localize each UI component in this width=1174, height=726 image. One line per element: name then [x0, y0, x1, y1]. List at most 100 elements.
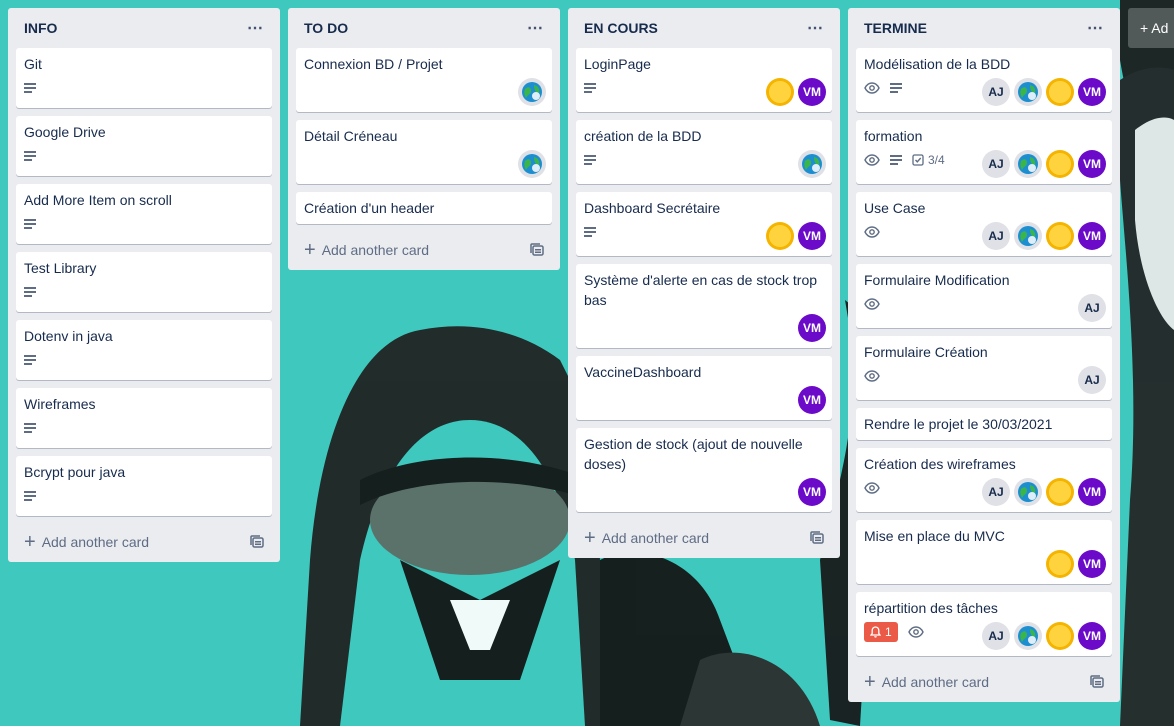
- card-loginpage[interactable]: LoginPage VM: [576, 48, 832, 112]
- list-menu-icon[interactable]: ⋯: [807, 18, 824, 38]
- avatar-sun[interactable]: [1046, 622, 1074, 650]
- avatar-globe[interactable]: [1014, 478, 1042, 506]
- template-icon[interactable]: [250, 535, 264, 549]
- add-card-label: Add another card: [881, 674, 990, 690]
- add-card-button[interactable]: + Add another card: [576, 520, 832, 552]
- add-card-button[interactable]: + Add another card: [16, 524, 272, 556]
- card-git[interactable]: Git: [16, 48, 272, 108]
- card-title: Création des wireframes: [864, 456, 1016, 472]
- add-card-button[interactable]: + Add another card: [296, 232, 552, 264]
- card-formulaire-creation[interactable]: Formulaire Création AJ: [856, 336, 1112, 400]
- card-title: Détail Créneau: [304, 128, 398, 144]
- card-title: Wireframes: [24, 396, 96, 412]
- card-add-more-item[interactable]: Add More Item on scroll: [16, 184, 272, 244]
- card-members: VM: [1046, 550, 1106, 578]
- avatar-vm[interactable]: VM: [1078, 150, 1106, 178]
- plus-icon: +: [864, 671, 876, 693]
- avatar-aj[interactable]: AJ: [1078, 366, 1106, 394]
- card-dotenv[interactable]: Dotenv in java: [16, 320, 272, 380]
- card-dashboard-secretaire[interactable]: Dashboard Secrétaire VM: [576, 192, 832, 256]
- avatar-aj[interactable]: AJ: [982, 478, 1010, 506]
- card-wireframes[interactable]: Wireframes: [16, 388, 272, 448]
- description-icon: [24, 423, 36, 433]
- card-detail-creneau[interactable]: Détail Créneau: [296, 120, 552, 184]
- avatar-sun[interactable]: [766, 78, 794, 106]
- add-card-label: Add another card: [321, 242, 430, 258]
- avatar-aj[interactable]: AJ: [982, 222, 1010, 250]
- avatar-aj[interactable]: AJ: [982, 622, 1010, 650]
- card-creation-wireframes[interactable]: Création des wireframes AJ VM: [856, 448, 1112, 512]
- template-icon[interactable]: [1090, 675, 1104, 689]
- description-icon: [24, 151, 36, 161]
- list-menu-icon[interactable]: ⋯: [527, 18, 544, 38]
- card-repartition-taches[interactable]: répartition des tâches 1 AJ VM: [856, 592, 1112, 656]
- avatar-vm[interactable]: VM: [1078, 222, 1106, 250]
- description-icon: [24, 219, 36, 229]
- list-title[interactable]: TERMINE: [864, 20, 927, 36]
- avatar-globe[interactable]: [1014, 78, 1042, 106]
- avatar-globe[interactable]: [518, 150, 546, 178]
- card-title: répartition des tâches: [864, 600, 998, 616]
- avatar-vm[interactable]: VM: [798, 314, 826, 342]
- card-gestion-stock[interactable]: Gestion de stock (ajout de nouvelle dose…: [576, 428, 832, 512]
- avatar-sun[interactable]: [1046, 478, 1074, 506]
- list-title[interactable]: INFO: [24, 20, 57, 36]
- template-icon[interactable]: [530, 243, 544, 257]
- card-title: Dotenv in java: [24, 328, 113, 344]
- card-formulaire-modification[interactable]: Formulaire Modification AJ: [856, 264, 1112, 328]
- list-title[interactable]: EN COURS: [584, 20, 658, 36]
- eye-icon: [864, 154, 880, 166]
- avatar-globe[interactable]: [1014, 622, 1042, 650]
- card-creation-bdd[interactable]: création de la BDD: [576, 120, 832, 184]
- avatar-aj[interactable]: AJ: [982, 78, 1010, 106]
- card-google-drive[interactable]: Google Drive: [16, 116, 272, 176]
- card-systeme-alerte[interactable]: Système d'alerte en cas de stock trop ba…: [576, 264, 832, 348]
- avatar-sun[interactable]: [1046, 150, 1074, 178]
- avatar-sun[interactable]: [1046, 222, 1074, 250]
- avatar-vm[interactable]: VM: [798, 222, 826, 250]
- card-title: Modélisation de la BDD: [864, 56, 1011, 72]
- avatar-vm[interactable]: VM: [1078, 550, 1106, 578]
- card-title: Use Case: [864, 200, 926, 216]
- avatar-vm[interactable]: VM: [798, 386, 826, 414]
- card-modelisation-bdd[interactable]: Modélisation de la BDD AJ VM: [856, 48, 1112, 112]
- avatar-vm[interactable]: VM: [1078, 478, 1106, 506]
- avatar-sun[interactable]: [1046, 550, 1074, 578]
- avatar-globe[interactable]: [1014, 150, 1042, 178]
- avatar-aj[interactable]: AJ: [1078, 294, 1106, 322]
- avatar-globe[interactable]: [518, 78, 546, 106]
- list-title[interactable]: TO DO: [304, 20, 348, 36]
- avatar-vm[interactable]: VM: [1078, 78, 1106, 106]
- avatar-vm[interactable]: VM: [798, 78, 826, 106]
- card-title: Rendre le projet le 30/03/2021: [864, 416, 1053, 432]
- card-title: Dashboard Secrétaire: [584, 200, 721, 216]
- list-menu-icon[interactable]: ⋯: [1087, 18, 1104, 38]
- card-use-case[interactable]: Use Case AJ VM: [856, 192, 1112, 256]
- card-bcrypt[interactable]: Bcrypt pour java: [16, 456, 272, 516]
- description-icon: [584, 155, 596, 165]
- card-formation[interactable]: formation 3/4 AJ VM: [856, 120, 1112, 184]
- card-creation-header[interactable]: Création d'un header: [296, 192, 552, 224]
- card-vaccine-dashboard[interactable]: VaccineDashboard VM: [576, 356, 832, 420]
- avatar-globe[interactable]: [798, 150, 826, 178]
- card-mise-en-place-mvc[interactable]: Mise en place du MVC VM: [856, 520, 1112, 584]
- eye-icon: [864, 226, 880, 238]
- card-test-library[interactable]: Test Library: [16, 252, 272, 312]
- card-members: [518, 150, 546, 178]
- avatar-sun[interactable]: [766, 222, 794, 250]
- avatar-vm[interactable]: VM: [1078, 622, 1106, 650]
- card-connexion-bd[interactable]: Connexion BD / Projet: [296, 48, 552, 112]
- template-icon[interactable]: [810, 531, 824, 545]
- list-termine: TERMINE ⋯ Modélisation de la BDD AJ VM f…: [848, 8, 1120, 702]
- avatar-vm[interactable]: VM: [798, 478, 826, 506]
- add-card-button[interactable]: + Add another card: [856, 664, 1112, 696]
- avatar-aj[interactable]: AJ: [982, 150, 1010, 178]
- avatar-sun[interactable]: [1046, 78, 1074, 106]
- eye-icon: [864, 298, 880, 310]
- list-menu-icon[interactable]: ⋯: [247, 18, 264, 38]
- notification-badge[interactable]: 1: [864, 622, 898, 642]
- card-title: VaccineDashboard: [584, 364, 702, 380]
- add-list-button[interactable]: + Ad: [1128, 8, 1174, 48]
- card-rendre-projet[interactable]: Rendre le projet le 30/03/2021: [856, 408, 1112, 440]
- avatar-globe[interactable]: [1014, 222, 1042, 250]
